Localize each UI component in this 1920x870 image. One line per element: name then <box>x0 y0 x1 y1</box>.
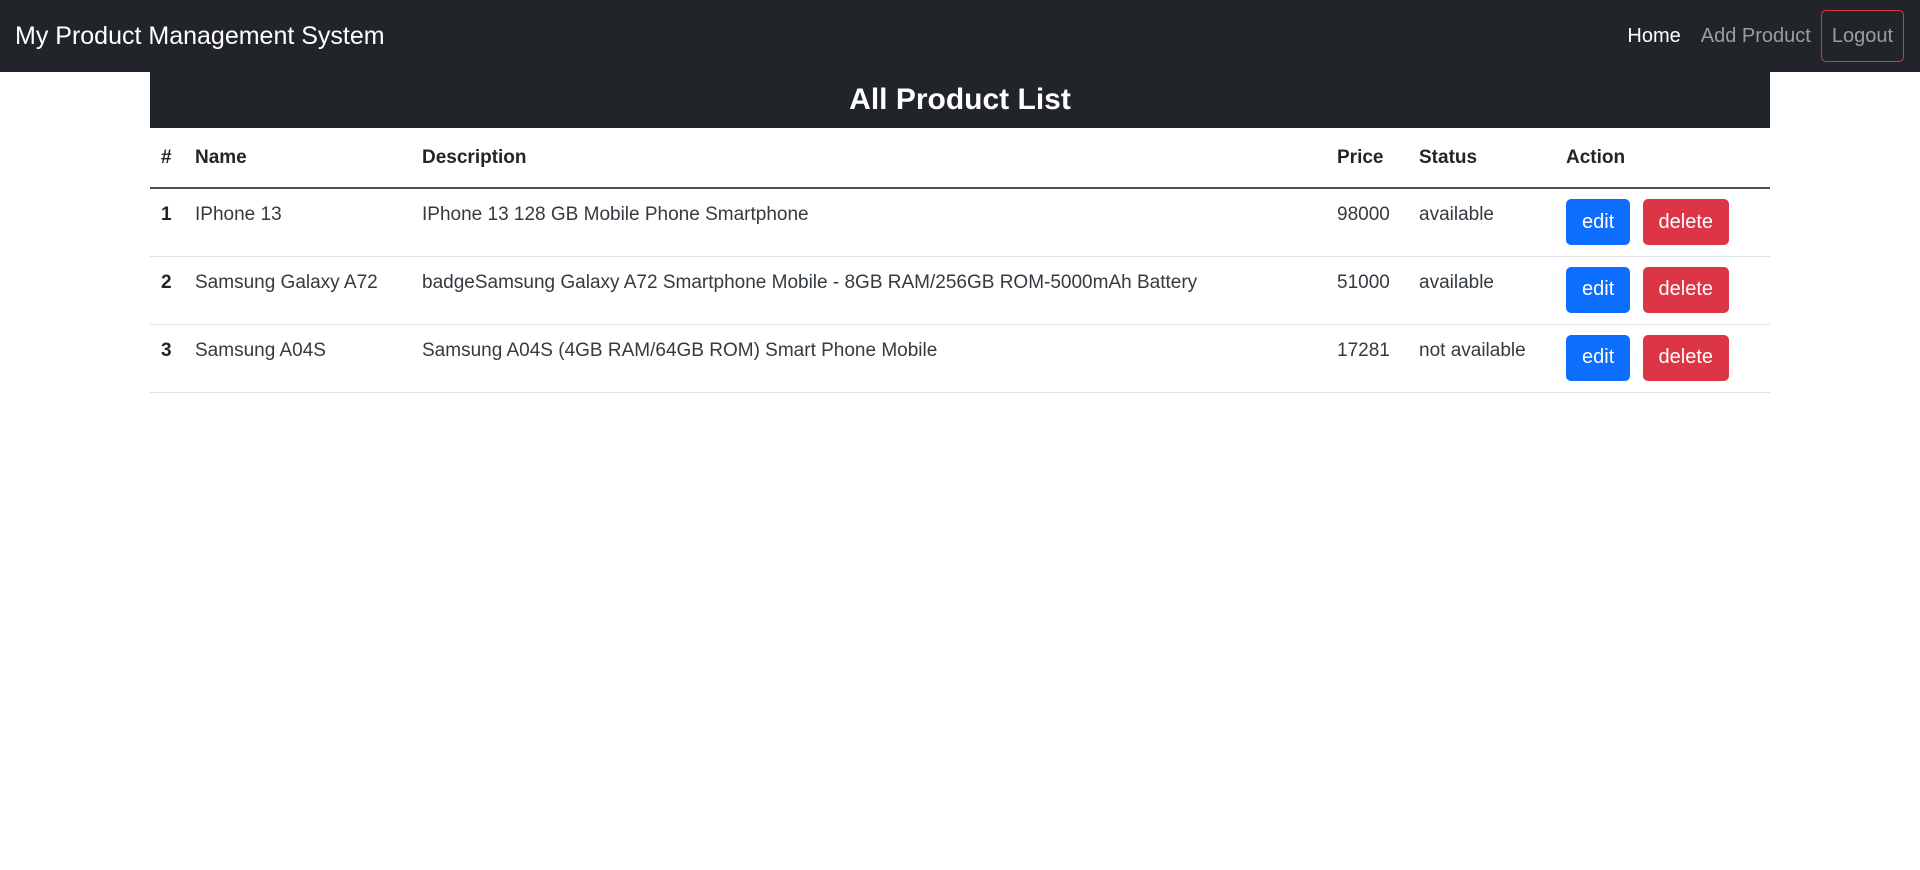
product-table: # Name Description Price Status Action 1… <box>150 128 1770 393</box>
delete-button[interactable]: delete <box>1642 266 1730 313</box>
product-name: Samsung A04S <box>184 324 411 393</box>
row-number: 2 <box>150 256 184 325</box>
delete-button[interactable]: delete <box>1642 199 1730 245</box>
product-price: 17281 <box>1326 324 1408 393</box>
table-header: # Name Description Price Status Action <box>150 128 1770 189</box>
row-actions: edit delete <box>1555 256 1770 325</box>
edit-button[interactable]: edit <box>1566 266 1631 313</box>
header-description: Description <box>411 128 1326 189</box>
header-action: Action <box>1555 128 1770 189</box>
row-actions: edit delete <box>1555 324 1770 393</box>
product-description: Samsung A04S (4GB RAM/64GB ROM) Smart Ph… <box>411 324 1326 393</box>
header-price: Price <box>1326 128 1408 189</box>
product-description: badgeSamsung Galaxy A72 Smartphone Mobil… <box>411 256 1326 325</box>
nav-links: Home Add Product Logout <box>1617 10 1904 62</box>
edit-button[interactable]: edit <box>1566 199 1631 245</box>
delete-button[interactable]: delete <box>1642 334 1730 381</box>
row-number: 1 <box>150 188 184 257</box>
nav-add-product-link[interactable]: Add Product <box>1691 17 1821 56</box>
logout-button[interactable]: Logout <box>1820 10 1904 62</box>
product-name: Samsung Galaxy A72 <box>184 256 411 325</box>
product-name: IPhone 13 <box>184 188 411 257</box>
page-title: All Product List <box>849 83 1071 116</box>
table-body: 1 IPhone 13 IPhone 13 128 GB Mobile Phon… <box>150 188 1770 393</box>
header-status: Status <box>1408 128 1555 189</box>
row-number: 3 <box>150 324 184 393</box>
table-header-row: # Name Description Price Status Action <box>150 128 1770 189</box>
main-container: All Product List # Name Description Pric… <box>150 72 1770 393</box>
product-status: available <box>1408 256 1555 325</box>
header-num: # <box>150 128 184 189</box>
brand-title[interactable]: My Product Management System <box>15 23 385 49</box>
product-price: 51000 <box>1326 256 1408 325</box>
product-description: IPhone 13 128 GB Mobile Phone Smartphone <box>411 188 1326 257</box>
table-row: 1 IPhone 13 IPhone 13 128 GB Mobile Phon… <box>150 188 1770 257</box>
nav-home-link[interactable]: Home <box>1617 17 1690 56</box>
table-row: 3 Samsung A04S Samsung A04S (4GB RAM/64G… <box>150 324 1770 393</box>
product-status: not available <box>1408 324 1555 393</box>
page-header: All Product List <box>150 72 1770 128</box>
edit-button[interactable]: edit <box>1566 334 1631 381</box>
table-row: 2 Samsung Galaxy A72 badgeSamsung Galaxy… <box>150 256 1770 325</box>
header-name: Name <box>184 128 411 189</box>
top-navbar: My Product Management System Home Add Pr… <box>0 0 1920 72</box>
row-actions: edit delete <box>1555 188 1770 257</box>
product-status: available <box>1408 188 1555 257</box>
product-price: 98000 <box>1326 188 1408 257</box>
